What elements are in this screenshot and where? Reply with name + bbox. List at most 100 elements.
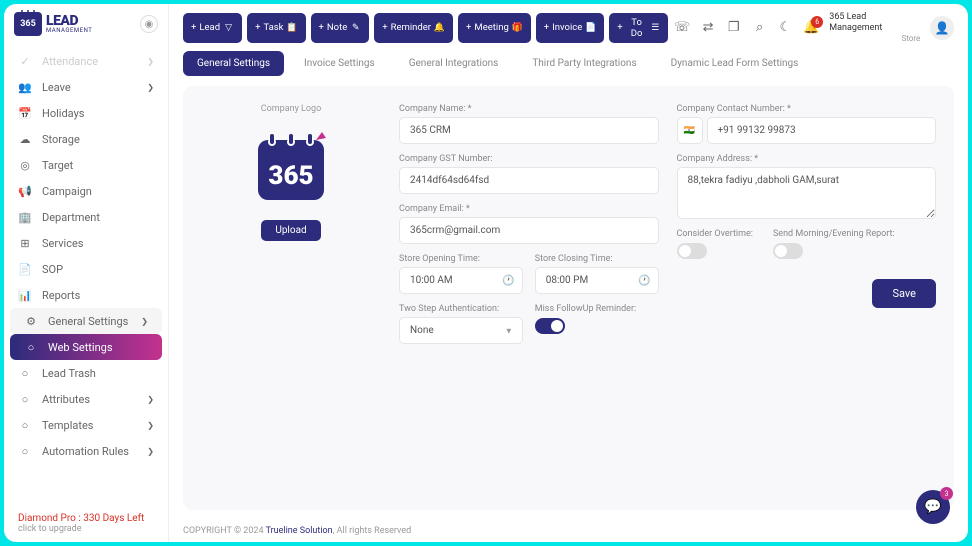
overtime-label: Consider Overtime:	[677, 229, 753, 239]
address-input[interactable]	[677, 167, 937, 219]
sidebar-item-reports[interactable]: 📊 Reports	[4, 282, 168, 308]
user-name: 365 Lead Management	[829, 12, 920, 34]
nav-label: Campaign	[42, 185, 92, 198]
upload-button[interactable]: Upload	[261, 220, 320, 241]
nav-label: Reports	[42, 289, 80, 302]
plus-icon: +	[191, 22, 196, 33]
gst-input[interactable]	[399, 167, 659, 194]
country-flag[interactable]: 🇮🇳	[677, 117, 703, 144]
nav-label: Services	[42, 237, 83, 250]
sidebar-item-leave[interactable]: 👥Leave❯	[4, 74, 168, 100]
nav-label: Department	[42, 211, 100, 224]
avatar[interactable]: 👤	[930, 16, 954, 40]
sidebar-item-services[interactable]: ⊞ Services	[4, 230, 168, 256]
sidebar-nav: ✓Attendance❯👥Leave❯📅Holidays☁Storage◎Tar…	[4, 44, 168, 505]
theme-icon[interactable]: ☾	[777, 20, 793, 36]
list-icon[interactable]: ⇄	[700, 20, 716, 36]
tab-general-integrations[interactable]: General Integrations	[395, 51, 513, 76]
sidebar-item-automation-rules[interactable]: ○ Automation Rules ❯	[4, 438, 168, 464]
tab-dynamic-lead-form-settings[interactable]: Dynamic Lead Form Settings	[657, 51, 813, 76]
plan-upgrade-link[interactable]: click to upgrade	[18, 524, 154, 534]
plan-days-label: Diamond Pro : 330 Days Left	[18, 513, 154, 524]
fab-badge: 3	[940, 487, 953, 500]
nav-icon: ○	[18, 444, 32, 458]
gst-label: Company GST Number:	[399, 154, 659, 164]
sidebar-item-target[interactable]: ◎Target	[4, 152, 168, 178]
add-invoice-button[interactable]: + Invoice 📄	[536, 13, 605, 43]
plus-icon: +	[544, 22, 549, 33]
sidebar-item-attendance[interactable]: ✓Attendance❯	[4, 48, 168, 74]
nav-label: Templates	[42, 419, 93, 432]
report-toggle[interactable]	[773, 243, 803, 259]
svg-text:365: 365	[268, 161, 313, 191]
nav-icon: ☁	[18, 132, 32, 146]
copy-icon[interactable]: ❐	[726, 20, 742, 36]
sidebar-item-lead-trash[interactable]: ○Lead Trash	[4, 360, 168, 386]
nav-label: Holidays	[42, 107, 84, 120]
chevron-icon: ❯	[147, 447, 154, 456]
sidebar-collapse-button[interactable]: ◉	[140, 15, 158, 33]
company-name-label: Company Name: *	[399, 104, 659, 114]
add-note-button[interactable]: + Note ✎	[311, 13, 370, 43]
dialer-icon[interactable]: ☏	[674, 20, 690, 36]
nav-label: Leave	[42, 81, 71, 94]
search-icon[interactable]: ⌕	[752, 20, 768, 36]
company-name-input[interactable]	[399, 117, 659, 144]
chevron-icon: ❯	[147, 421, 154, 430]
nav-label: SOP	[42, 263, 63, 276]
nav-icon: 📄	[18, 262, 32, 276]
sidebar-item-holidays[interactable]: 📅Holidays	[4, 100, 168, 126]
tab-third-party-integrations[interactable]: Third Party Integrations	[518, 51, 650, 76]
pill-icon: ▽	[223, 22, 234, 33]
add-meeting-button[interactable]: + Meeting 🎁	[458, 13, 531, 43]
clock-icon: 🕐	[502, 275, 514, 286]
tab-invoice-settings[interactable]: Invoice Settings	[290, 51, 389, 76]
tab-general-settings[interactable]: General Settings	[183, 51, 284, 76]
nav-icon: ◎	[18, 158, 32, 172]
sidebar-item-general-settings[interactable]: ⚙General Settings❯	[10, 308, 162, 334]
pill-icon: 📋	[287, 22, 298, 33]
nav-label: Automation Rules	[42, 445, 129, 458]
sidebar-item-web-settings[interactable]: ○Web Settings	[10, 334, 162, 360]
add-to-do-button[interactable]: + To Do ☰	[609, 13, 668, 43]
brand-sub: MANAGEMENT	[46, 28, 92, 34]
sidebar-item-department[interactable]: 🏢 Department	[4, 204, 168, 230]
footer-link[interactable]: Trueline Solution	[266, 526, 333, 536]
add-lead-button[interactable]: + Lead ▽	[183, 13, 242, 43]
nav-icon: 📢	[18, 184, 32, 198]
chevron-icon: ❯	[141, 317, 148, 326]
close-time-label: Store Closing Time:	[535, 254, 659, 264]
nav-icon: 🏢	[18, 210, 32, 224]
notification-badge: 6	[811, 16, 823, 28]
nav-label: Attendance	[42, 55, 98, 68]
email-label: Company Email: *	[399, 204, 659, 214]
nav-icon: ⊞	[18, 236, 32, 250]
email-input[interactable]	[399, 217, 659, 244]
miss-followup-label: Miss FollowUp Reminder:	[535, 304, 659, 314]
sidebar-item-sop[interactable]: 📄 SOP	[4, 256, 168, 282]
sidebar-item-templates[interactable]: ○Templates❯	[4, 412, 168, 438]
chat-fab[interactable]: 💬3	[916, 490, 950, 524]
clock-icon: 🕐	[638, 275, 650, 286]
add-reminder-button[interactable]: + Reminder 🔔	[374, 13, 453, 43]
sidebar-item-campaign[interactable]: 📢 Campaign	[4, 178, 168, 204]
nav-label: Storage	[42, 133, 80, 146]
overtime-toggle[interactable]	[677, 243, 707, 259]
pill-icon: 📄	[585, 22, 596, 33]
user-role: Store	[902, 34, 921, 44]
miss-followup-toggle[interactable]	[535, 318, 565, 334]
settings-tabs: General SettingsInvoice SettingsGeneral …	[169, 51, 968, 86]
brand-logo: 365 LEAD MANAGEMENT	[14, 12, 92, 36]
company-logo-label: Company Logo	[261, 104, 321, 114]
nav-icon: ○	[18, 392, 32, 406]
chevron-icon: ❯	[147, 83, 154, 92]
contact-input[interactable]	[707, 117, 937, 144]
sidebar-item-storage[interactable]: ☁ Storage	[4, 126, 168, 152]
notification-bell[interactable]: 🔔6	[803, 20, 819, 36]
plus-icon: +	[617, 22, 622, 33]
sidebar-item-attributes[interactable]: ○Attributes❯	[4, 386, 168, 412]
nav-icon: 📊	[18, 288, 32, 302]
add-task-button[interactable]: + Task 📋	[247, 13, 305, 43]
plus-icon: +	[255, 22, 260, 33]
save-button[interactable]: Save	[872, 279, 936, 308]
